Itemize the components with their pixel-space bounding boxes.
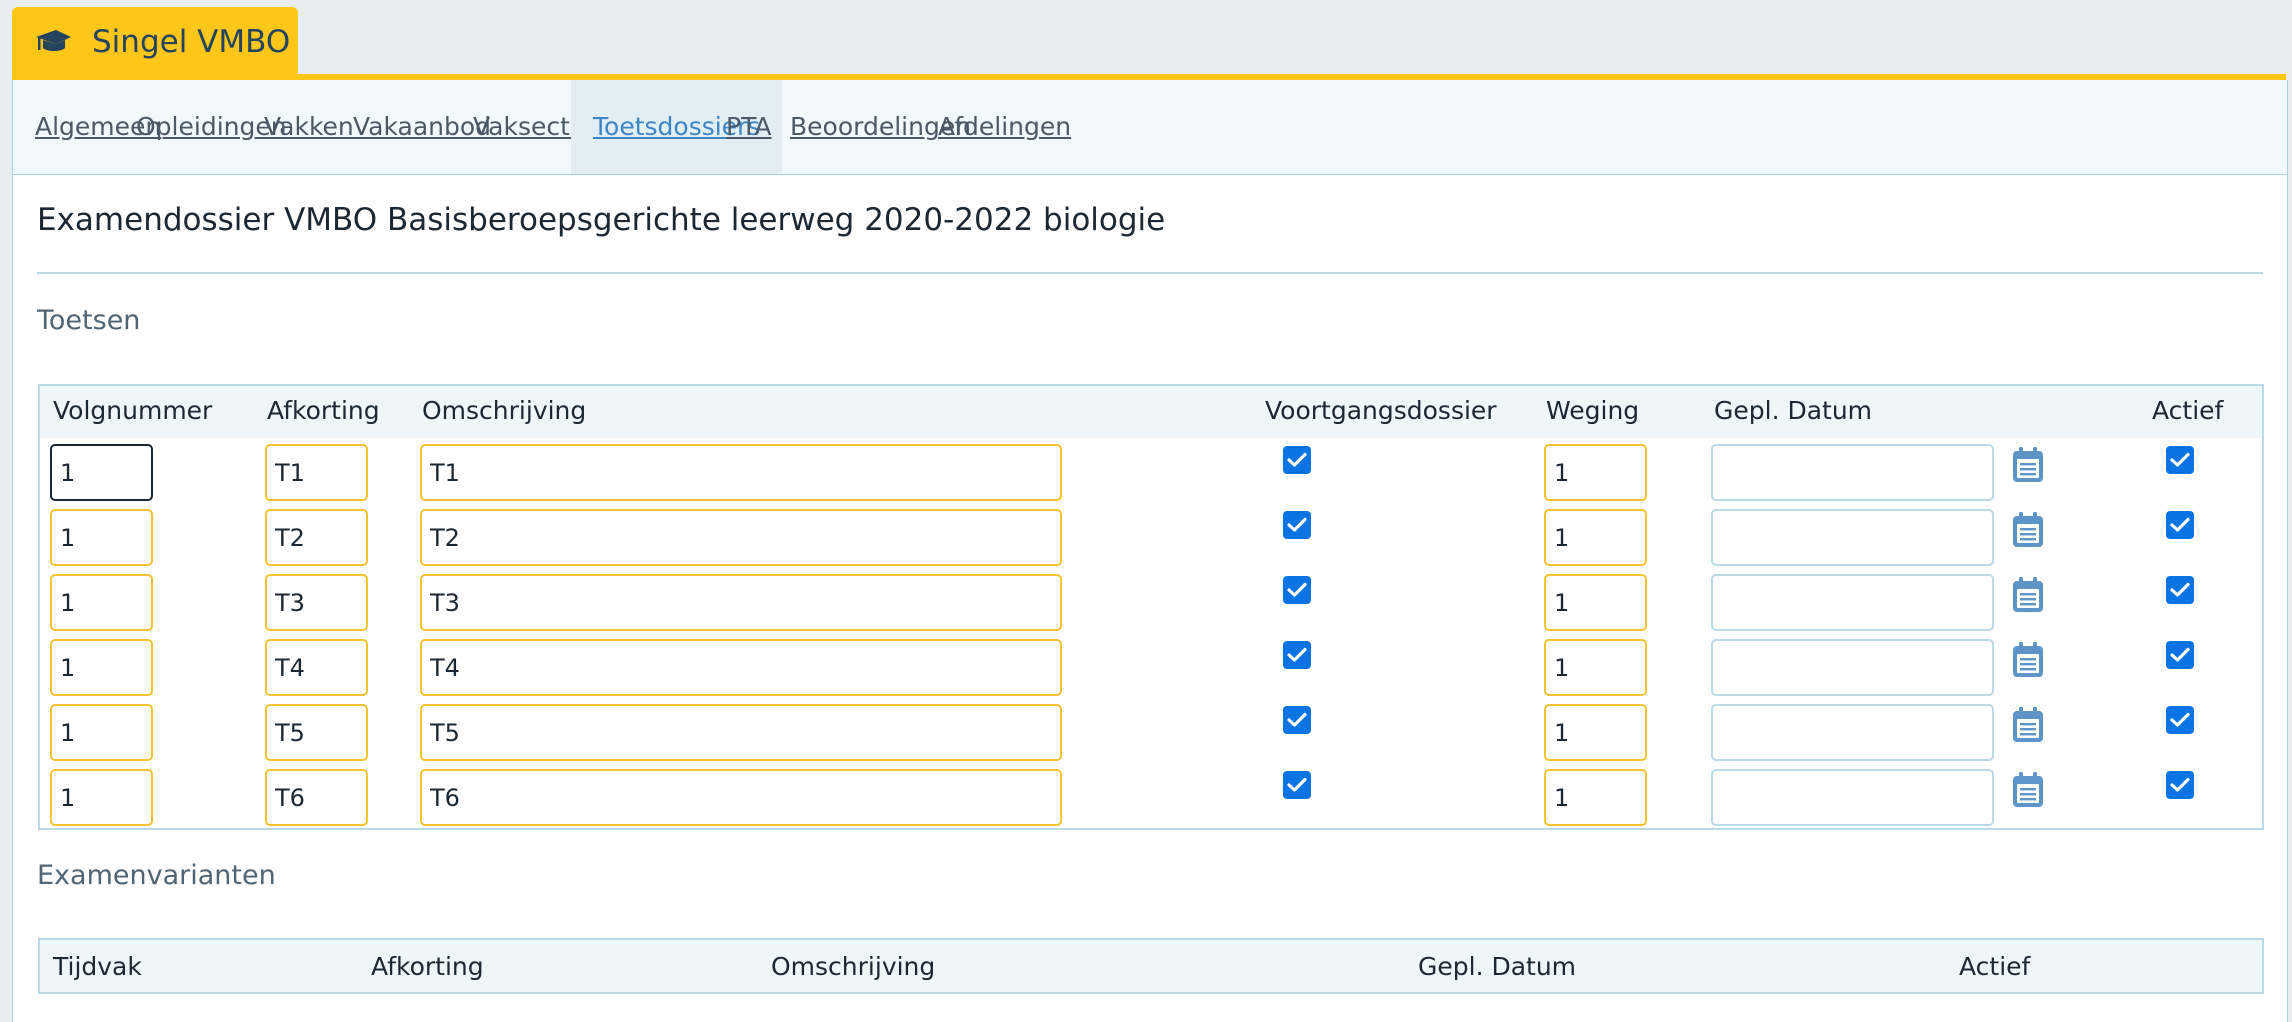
toetsen-table: Volgnummer Afkorting Omschrijving Voortg… xyxy=(38,384,2264,830)
weging-input[interactable] xyxy=(1544,704,1647,761)
actief-checkbox[interactable] xyxy=(2166,446,2194,474)
omschrijving-input[interactable] xyxy=(420,509,1062,566)
voortgangsdossier-checkbox[interactable] xyxy=(1283,706,1311,734)
weging-input[interactable] xyxy=(1544,769,1647,826)
datum-input[interactable] xyxy=(1711,444,1994,501)
afkorting-input[interactable] xyxy=(265,444,368,501)
weging-input[interactable] xyxy=(1544,574,1647,631)
table-row xyxy=(40,704,2262,764)
omschrijving-input[interactable] xyxy=(420,704,1062,761)
calendar-icon[interactable] xyxy=(2011,641,2045,679)
afkorting-input[interactable] xyxy=(265,704,368,761)
volgnummer-input[interactable] xyxy=(50,639,153,696)
table-row xyxy=(40,639,2262,699)
voortgangsdossier-checkbox[interactable] xyxy=(1283,576,1311,604)
volgnummer-input[interactable] xyxy=(50,574,153,631)
column-header: Actief xyxy=(1959,952,2031,981)
calendar-icon[interactable] xyxy=(2011,706,2045,744)
volgnummer-input[interactable] xyxy=(50,704,153,761)
page-title: Examendossier VMBO Basisberoepsgerichte … xyxy=(37,202,1166,238)
column-header: Volgnummer xyxy=(53,396,213,425)
column-header: Gepl. Datum xyxy=(1714,396,1873,425)
volgnummer-input[interactable] xyxy=(50,444,153,501)
graduation-cap-icon xyxy=(36,29,71,51)
omschrijving-input[interactable] xyxy=(420,574,1062,631)
afkorting-input[interactable] xyxy=(265,639,368,696)
calendar-icon[interactable] xyxy=(2011,511,2045,549)
column-header: Gepl. Datum xyxy=(1418,952,1577,981)
actief-checkbox[interactable] xyxy=(2166,706,2194,734)
table-header: Volgnummer Afkorting Omschrijving Voortg… xyxy=(40,386,2262,438)
section-title-toetsen: Toetsen xyxy=(37,305,141,336)
section-title-examenvarianten: Examenvarianten xyxy=(37,860,276,891)
column-header: Voortgangsdossier xyxy=(1265,396,1497,425)
table-row xyxy=(40,444,2262,504)
column-header: Omschrijving xyxy=(771,952,936,981)
table-row xyxy=(40,769,2262,829)
column-header: Afkorting xyxy=(371,952,484,981)
calendar-icon[interactable] xyxy=(2011,576,2045,614)
datum-input[interactable] xyxy=(1711,574,1994,631)
column-header: Tijdvak xyxy=(53,952,142,981)
omschrijving-input[interactable] xyxy=(420,444,1062,501)
table-header: Tijdvak Afkorting Omschrijving Gepl. Dat… xyxy=(40,940,2262,992)
column-header: Afkorting xyxy=(267,396,380,425)
datum-input[interactable] xyxy=(1711,769,1994,826)
column-header: Actief xyxy=(2152,396,2224,425)
afkorting-input[interactable] xyxy=(265,509,368,566)
examenvarianten-table: Tijdvak Afkorting Omschrijving Gepl. Dat… xyxy=(38,938,2264,994)
omschrijving-input[interactable] xyxy=(420,769,1062,826)
weging-input[interactable] xyxy=(1544,509,1647,566)
datum-input[interactable] xyxy=(1711,704,1994,761)
volgnummer-input[interactable] xyxy=(50,509,153,566)
datum-input[interactable] xyxy=(1711,509,1994,566)
column-header: Omschrijving xyxy=(422,396,587,425)
actief-checkbox[interactable] xyxy=(2166,576,2194,604)
actief-checkbox[interactable] xyxy=(2166,511,2194,539)
title-divider xyxy=(37,272,2263,274)
weging-input[interactable] xyxy=(1544,444,1647,501)
voortgangsdossier-checkbox[interactable] xyxy=(1283,446,1311,474)
tab-bar: Algemeen Opleidingen Vakken Vakaanbod Va… xyxy=(13,80,2287,175)
tab-afdelingen[interactable]: Afdelingen xyxy=(916,80,1093,174)
calendar-icon[interactable] xyxy=(2011,771,2045,809)
voortgangsdossier-checkbox[interactable] xyxy=(1283,771,1311,799)
table-row xyxy=(40,574,2262,634)
app-title: Singel VMBO xyxy=(92,23,291,60)
column-header: Weging xyxy=(1546,396,1640,425)
calendar-icon[interactable] xyxy=(2011,446,2045,484)
afkorting-input[interactable] xyxy=(265,574,368,631)
table-row xyxy=(40,509,2262,569)
voortgangsdossier-checkbox[interactable] xyxy=(1283,641,1311,669)
actief-checkbox[interactable] xyxy=(2166,641,2194,669)
afkorting-input[interactable] xyxy=(265,769,368,826)
voortgangsdossier-checkbox[interactable] xyxy=(1283,511,1311,539)
app-tab[interactable]: Singel VMBO xyxy=(12,7,298,76)
top-bar: Singel VMBO xyxy=(0,0,2292,76)
volgnummer-input[interactable] xyxy=(50,769,153,826)
weging-input[interactable] xyxy=(1544,639,1647,696)
main-panel: Algemeen Opleidingen Vakken Vakaanbod Va… xyxy=(12,80,2288,1022)
datum-input[interactable] xyxy=(1711,639,1994,696)
actief-checkbox[interactable] xyxy=(2166,771,2194,799)
omschrijving-input[interactable] xyxy=(420,639,1062,696)
